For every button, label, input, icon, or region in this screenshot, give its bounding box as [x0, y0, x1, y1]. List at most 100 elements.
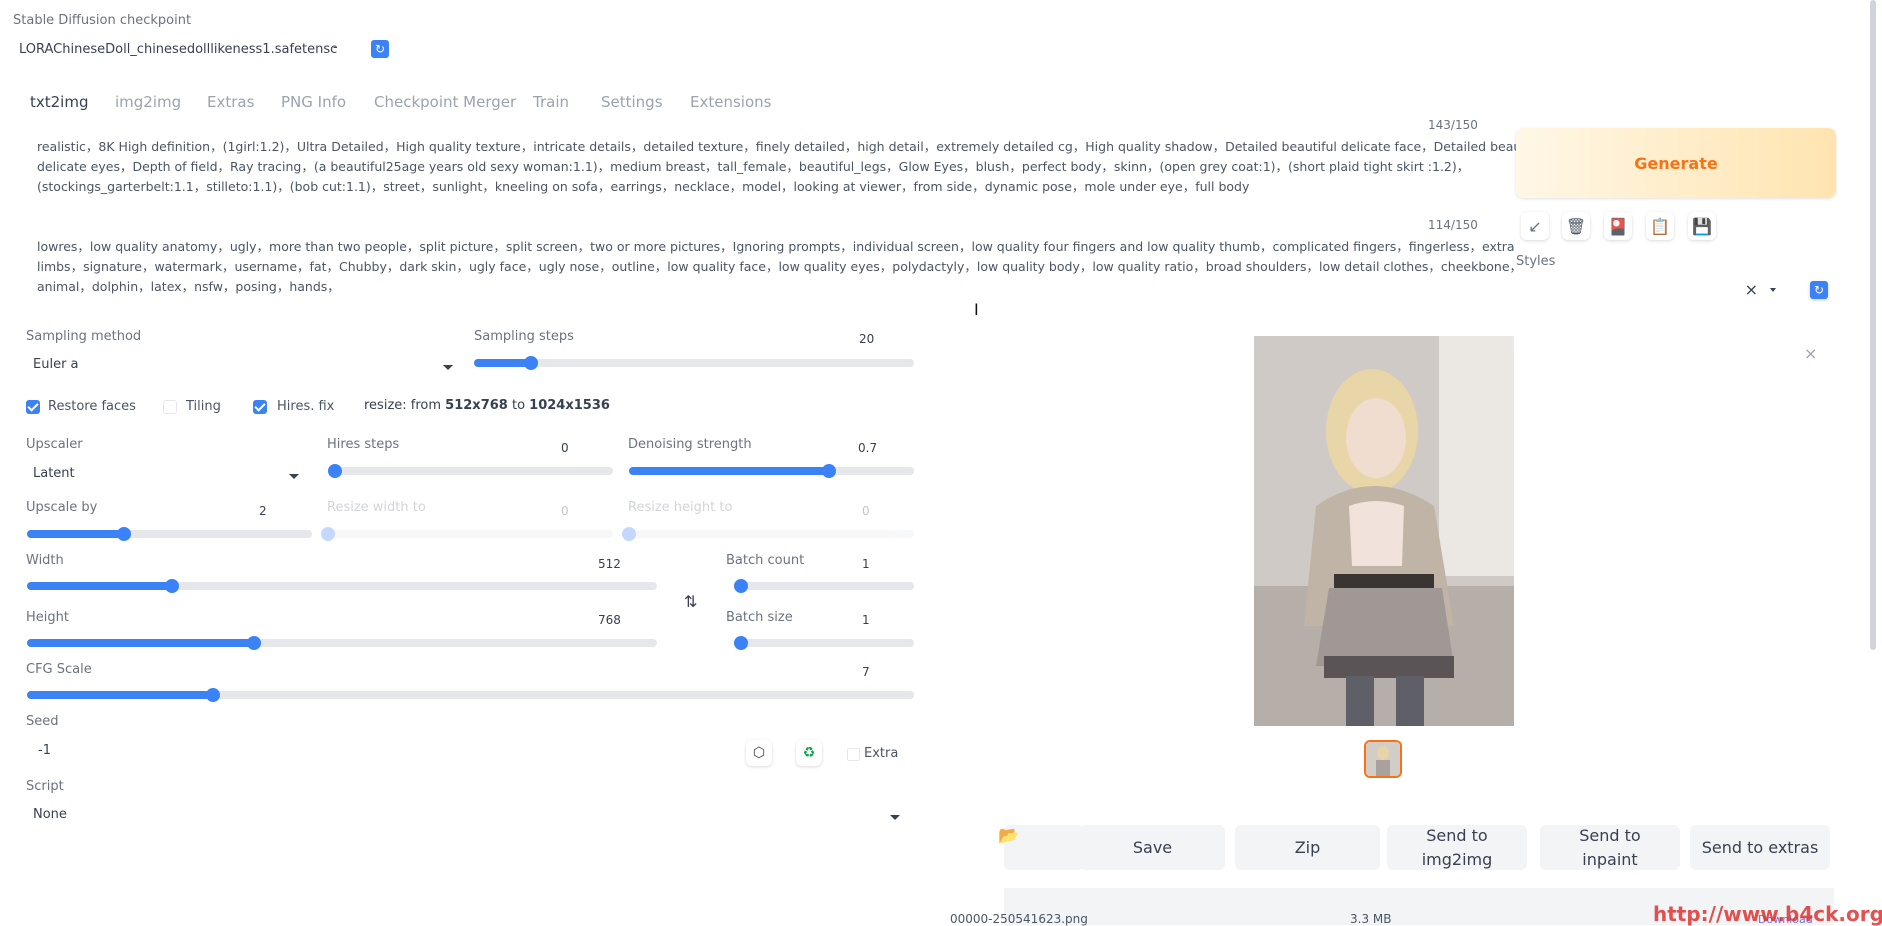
negative-prompt-textarea[interactable]: lowres，low quality anatomy，ugly，more tha…: [37, 237, 1523, 297]
slider-thumb[interactable]: [734, 636, 748, 650]
prompt-line: realistic，8K High definition，(1girl:1.2)…: [37, 139, 1546, 154]
hires-steps-slider[interactable]: [328, 464, 613, 478]
save-icon[interactable]: 💾: [1688, 212, 1716, 240]
cfg-scale-value[interactable]: 7: [862, 665, 870, 679]
gallery-thumbnail[interactable]: [1364, 740, 1402, 778]
tab-extensions[interactable]: Extensions: [690, 93, 771, 111]
styles-label: Styles: [1516, 254, 1556, 269]
slider-thumb[interactable]: [117, 527, 131, 541]
tab-img2img[interactable]: img2img: [115, 93, 181, 111]
checkpoint-value: LORAChineseDoll_chinesedolllikeness1.saf…: [19, 42, 338, 57]
batch-count-slider[interactable]: [734, 579, 914, 593]
watermark-url: http://www.b4ck.org.cn: [1653, 902, 1882, 926]
slider-thumb[interactable]: [206, 688, 220, 702]
upscale-by-slider[interactable]: [27, 527, 312, 541]
upscaler-dropdown[interactable]: Latent: [26, 463, 306, 487]
tab-txt2img[interactable]: txt2img: [30, 93, 88, 111]
send-to-extras-button[interactable]: Send to extras: [1690, 825, 1830, 870]
extra-networks-icon[interactable]: 🎴: [1604, 212, 1632, 240]
generate-button[interactable]: Generate: [1516, 128, 1836, 198]
dice-icon[interactable]: ⬡: [746, 740, 772, 766]
seed-input[interactable]: -1: [26, 740, 726, 764]
prompt-textarea[interactable]: realistic，8K High definition，(1girl:1.2)…: [37, 137, 1546, 197]
upscaler-label: Upscaler: [26, 437, 83, 452]
height-value[interactable]: 768: [598, 613, 621, 627]
restore-faces-checkbox[interactable]: [26, 400, 40, 414]
generate-label: Generate: [1634, 153, 1718, 173]
sampling-steps-slider[interactable]: [474, 356, 914, 370]
close-icon[interactable]: ×: [1804, 344, 1817, 363]
swap-icon[interactable]: ⇅: [684, 592, 697, 611]
tab-extras[interactable]: Extras: [207, 93, 254, 111]
denoising-strength-value[interactable]: 0.7: [858, 441, 877, 455]
resize-height-label: Resize height to: [628, 500, 733, 515]
send-to-img2img-button[interactable]: Send to img2img: [1387, 825, 1527, 870]
chevron-down-icon: [890, 815, 900, 820]
clipboard-icon[interactable]: 📋: [1646, 212, 1674, 240]
refresh-icon[interactable]: ↻: [371, 40, 389, 58]
prompt-token-counter: 143/150: [1428, 118, 1478, 132]
width-label: Width: [26, 553, 64, 568]
trash-icon[interactable]: 🗑: [1562, 212, 1590, 240]
tiling-label: Tiling: [186, 399, 221, 414]
output-image-art: [1254, 336, 1514, 726]
sampling-steps-value[interactable]: 20: [859, 332, 874, 346]
styles-clear-icon[interactable]: ×: [1745, 280, 1758, 299]
tab-settings[interactable]: Settings: [601, 93, 663, 111]
height-slider[interactable]: [27, 636, 657, 650]
negative-line: limbs，signature，watermark，username，fat，C…: [37, 259, 1523, 274]
upscale-by-label: Upscale by: [26, 500, 98, 515]
styles-refresh-icon[interactable]: ↻: [1810, 281, 1828, 299]
tab-checkpoint-merger[interactable]: Checkpoint Merger: [374, 93, 516, 111]
open-folder-button[interactable]: 📂: [998, 825, 1084, 870]
negative-token-counter: 114/150: [1428, 218, 1478, 232]
checkpoint-caret: -: [333, 40, 338, 55]
file-name[interactable]: 00000-250541623.png: [950, 912, 1088, 926]
hires-fix-checkbox[interactable]: [253, 400, 267, 414]
scrollbar[interactable]: [1870, 0, 1876, 650]
slider-thumb[interactable]: [822, 464, 836, 478]
resize-info: resize: from 512x768 to 1024x1536: [364, 398, 610, 413]
recycle-icon[interactable]: ♻: [796, 740, 822, 766]
send-to-img2img-label: Send to img2img: [1421, 825, 1493, 869]
resize-width-value: 0: [561, 504, 569, 518]
denoising-strength-slider[interactable]: [629, 464, 914, 478]
negative-line: animal，dolphin，latex，nsfw，posing，hands，: [37, 279, 340, 294]
sampling-method-dropdown[interactable]: Euler a: [26, 354, 456, 378]
seed-label: Seed: [26, 714, 59, 729]
batch-count-label: Batch count: [726, 553, 805, 568]
prompt-line: delicate eyes，Depth of field，Ray tracing…: [37, 159, 1470, 174]
cfg-scale-slider[interactable]: [27, 688, 914, 702]
send-to-extras-label: Send to extras: [1701, 837, 1819, 857]
slider-fill: [27, 639, 254, 647]
send-to-inpaint-button[interactable]: Send to inpaint: [1540, 825, 1680, 870]
slider-thumb: [321, 527, 335, 541]
script-label: Script: [26, 779, 64, 794]
width-value[interactable]: 512: [598, 557, 621, 571]
zip-button[interactable]: Zip: [1235, 825, 1380, 870]
slider-thumb[interactable]: [524, 356, 538, 370]
slider-thumb[interactable]: [247, 636, 261, 650]
batch-size-slider[interactable]: [734, 636, 914, 650]
output-image[interactable]: [1254, 336, 1514, 726]
save-button[interactable]: Save: [1080, 825, 1225, 870]
extra-checkbox[interactable]: [847, 748, 860, 761]
slider-thumb[interactable]: [328, 464, 342, 478]
arrow-icon[interactable]: ↙: [1521, 212, 1549, 240]
script-dropdown[interactable]: None: [26, 804, 906, 828]
batch-count-value[interactable]: 1: [862, 557, 870, 571]
width-slider[interactable]: [27, 579, 657, 593]
tab-png-info[interactable]: PNG Info: [281, 93, 346, 111]
file-size: 3.3 MB: [1350, 912, 1392, 926]
styles-dropdown[interactable]: ×: [1516, 278, 1786, 302]
resize-to: 1024x1536: [529, 398, 610, 413]
slider-thumb[interactable]: [165, 579, 179, 593]
hires-steps-value[interactable]: 0: [561, 441, 569, 455]
tiling-checkbox[interactable]: [163, 400, 177, 414]
slider-fill: [27, 582, 172, 590]
tab-train[interactable]: Train: [533, 93, 569, 111]
slider-thumb[interactable]: [734, 579, 748, 593]
checkpoint-dropdown[interactable]: LORAChineseDoll_chinesedolllikeness1.saf…: [13, 38, 343, 62]
batch-size-value[interactable]: 1: [862, 613, 870, 627]
upscale-by-value[interactable]: 2: [259, 504, 267, 518]
